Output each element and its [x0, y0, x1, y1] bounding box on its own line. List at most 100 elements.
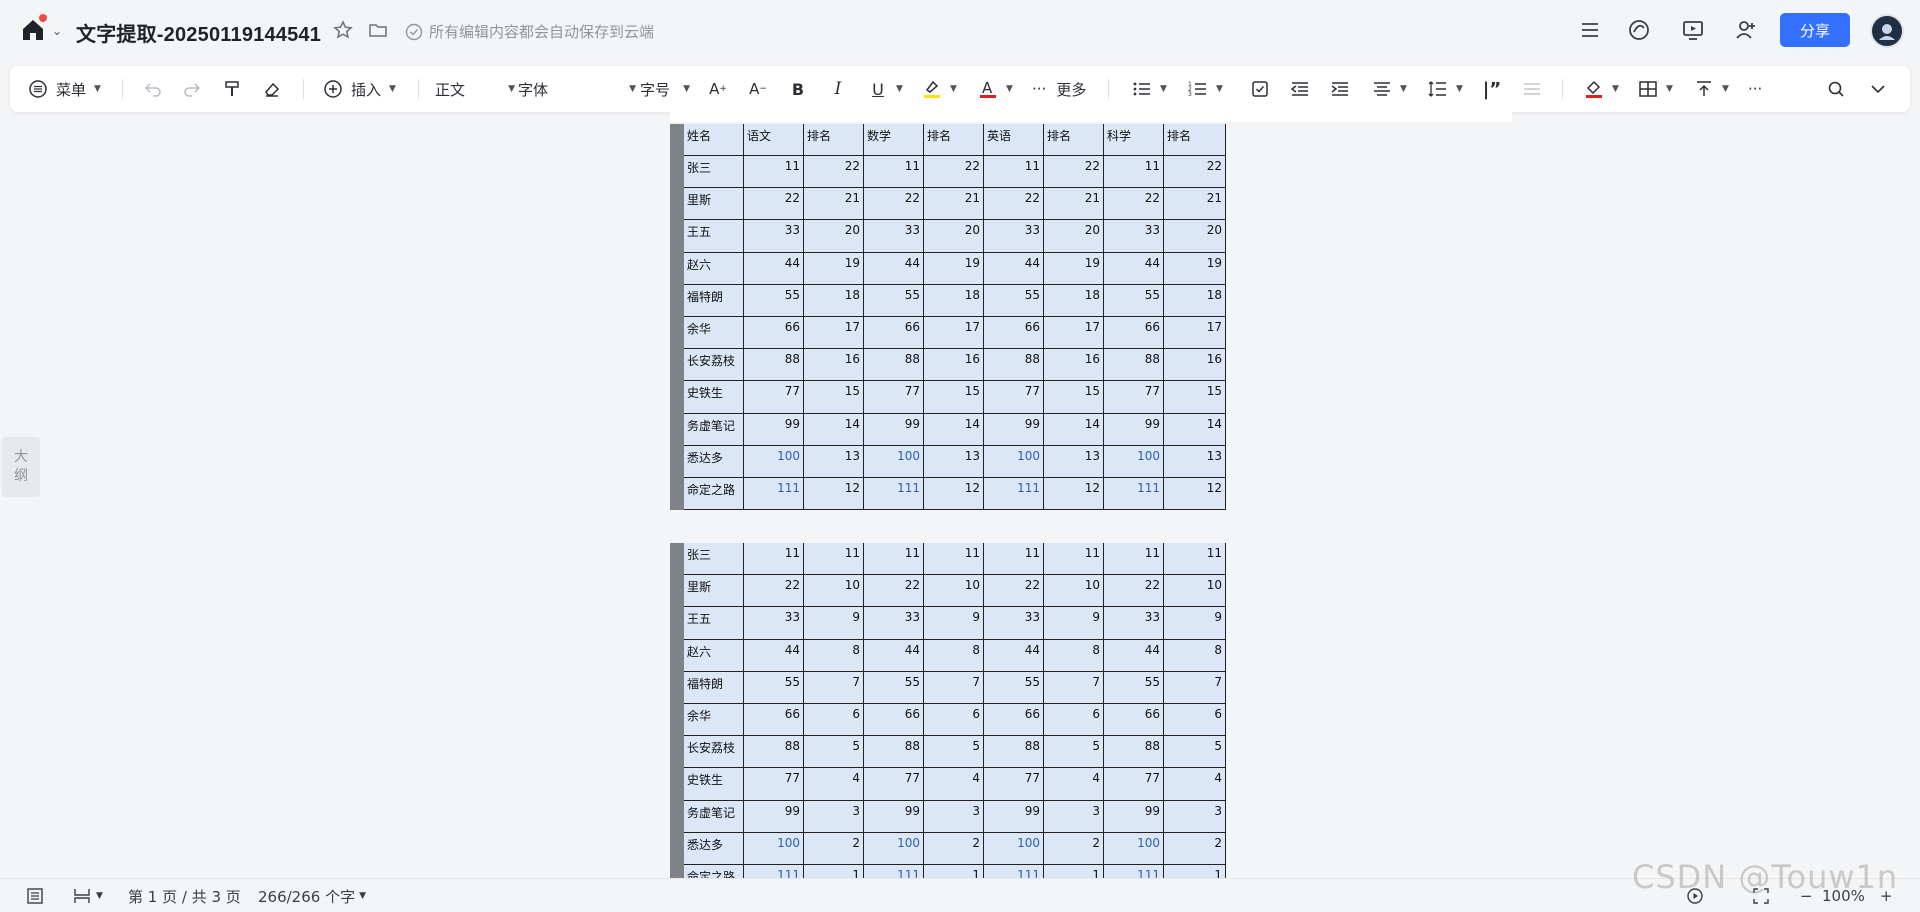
table-value-cell: 14: [804, 413, 864, 446]
more-button[interactable]: ··· 更多: [1032, 66, 1086, 112]
font-size-select[interactable]: 字号 ▼: [640, 66, 690, 112]
numbered-list-icon: 123: [1188, 79, 1208, 99]
highlight-button[interactable]: ▼: [922, 66, 957, 112]
document-title[interactable]: 文字提取-20250119144541: [76, 18, 321, 47]
redo-button[interactable]: [182, 66, 202, 112]
table-value-cell: 44: [1104, 639, 1164, 672]
table-value-cell: 20: [804, 220, 864, 253]
more-options-button[interactable]: ···: [1748, 66, 1762, 112]
table-value-cell: 88: [864, 736, 924, 769]
decrease-font-icon: A −: [749, 80, 767, 98]
quote-button[interactable]: |”: [1482, 66, 1502, 112]
table-value-cell: 18: [1044, 284, 1104, 317]
table-value-cell: 11: [1164, 543, 1226, 576]
table-value-cell: 4: [804, 768, 864, 801]
table-value-cell: 55: [984, 284, 1044, 317]
table-value-cell: 9: [804, 607, 864, 640]
bold-button[interactable]: B: [788, 66, 808, 112]
outdent-button[interactable]: [1290, 66, 1310, 112]
home-button[interactable]: ⌄: [20, 14, 66, 46]
table-value-cell: 2: [804, 832, 864, 865]
table-value-cell: 2: [924, 832, 984, 865]
font-color-button[interactable]: A ▼: [978, 66, 1013, 112]
table-value-cell: 14: [1044, 413, 1104, 446]
line-spacing-button[interactable]: ▼: [1428, 66, 1463, 112]
table-value-cell: 10: [924, 575, 984, 608]
decrease-font-button[interactable]: A −: [748, 66, 768, 112]
align-button[interactable]: ▼: [1372, 66, 1407, 112]
page-mode-button[interactable]: ▼: [72, 879, 103, 912]
clear-format-button[interactable]: [262, 66, 282, 112]
bold-icon: B: [791, 79, 805, 99]
outline-toggle-button[interactable]: [26, 879, 44, 912]
checkbox-list-button[interactable]: [1250, 66, 1270, 112]
share-button[interactable]: 分享: [1780, 13, 1850, 47]
star-icon[interactable]: [332, 19, 354, 41]
table-value-cell: 100: [744, 832, 804, 865]
table-value-cell: 17: [804, 316, 864, 350]
word-count[interactable]: 266/266 个字 ▼: [258, 879, 366, 912]
table-value-cell: 1: [804, 864, 864, 878]
format-painter-button[interactable]: [222, 66, 242, 112]
table-header-cell: 姓名: [684, 124, 744, 156]
table-value-cell: 3: [1164, 800, 1226, 833]
table-value-cell: 4: [1164, 768, 1226, 801]
outline-tab[interactable]: 大 纲: [2, 437, 40, 497]
vertical-align-button[interactable]: ▼: [1694, 66, 1729, 112]
table-value-cell: 15: [1164, 381, 1226, 414]
bullet-list-icon: [1132, 79, 1152, 99]
table-header-cell: 语文: [744, 124, 804, 156]
table-value-cell: 12: [1164, 477, 1226, 511]
table-name-cell: 务虚笔记: [684, 413, 744, 446]
fill-color-button[interactable]: ▼: [1584, 66, 1619, 112]
menu-dropdown[interactable]: 菜单 ▼: [28, 66, 101, 112]
present-icon[interactable]: [1677, 14, 1709, 46]
underline-button[interactable]: U ▼: [868, 66, 903, 112]
page-top-edge: [670, 112, 1512, 122]
increase-font-button[interactable]: A +: [708, 66, 728, 112]
add-user-icon[interactable]: [1730, 14, 1762, 46]
collaboration-icon[interactable]: [1623, 14, 1655, 46]
menu-icon[interactable]: [1574, 14, 1606, 46]
indent-button[interactable]: [1330, 66, 1350, 112]
font-family-select[interactable]: 字体 ▼: [518, 66, 636, 112]
table-button[interactable]: ▼: [1638, 66, 1673, 112]
bullet-list-button[interactable]: ▼: [1132, 66, 1167, 112]
score-table-image-2[interactable]: 张三 11 11 11 11 11 11 11 11 里斯 22 10 22 10 22 10 22 10 王五 33…: [670, 543, 1226, 878]
table-value-cell: 10: [1164, 575, 1226, 608]
chevron-down-icon[interactable]: ⌄: [52, 24, 62, 38]
insert-dropdown[interactable]: 插入 ▼: [323, 66, 396, 112]
table-value-cell: 111: [864, 864, 924, 878]
folder-icon[interactable]: [367, 19, 389, 41]
svg-text:A: A: [982, 79, 993, 97]
table-value-cell: 88: [864, 349, 924, 382]
caret-down-icon: ▼: [1612, 84, 1619, 94]
table-value-cell: 6: [804, 703, 864, 737]
table-value-cell: 55: [1104, 284, 1164, 317]
numbered-list-button[interactable]: 123 ▼: [1188, 66, 1223, 112]
divider-insert-button[interactable]: [1522, 66, 1542, 112]
score-table-image-1[interactable]: 姓名 语文 排名 数学 排名 英语 排名 科学 排名 张三 11 22 11 22 11 22 11 22 里斯 22…: [670, 124, 1226, 511]
collapse-toolbar-button[interactable]: [1868, 66, 1888, 112]
italic-button[interactable]: I: [828, 66, 848, 112]
search-button[interactable]: [1826, 66, 1846, 112]
table-value-cell: 13: [924, 445, 984, 478]
paragraph-style-select[interactable]: 正文 ▼: [435, 66, 515, 112]
table-name-cell: 王五: [684, 607, 744, 640]
table-value-cell: 99: [744, 413, 804, 446]
save-status: 所有编辑内容都会自动保存到云端: [405, 21, 654, 42]
table-value-cell: 19: [1044, 252, 1104, 285]
table-value-cell: 11: [1104, 543, 1164, 576]
table-value-cell: 55: [744, 284, 804, 317]
table-name-cell: 长安荔枝: [684, 736, 744, 769]
table-value-cell: 19: [1164, 252, 1226, 285]
avatar[interactable]: [1870, 14, 1904, 48]
table-value-cell: 11: [924, 543, 984, 576]
table-value-cell: 5: [1164, 736, 1226, 769]
caret-down-icon: ▼: [94, 84, 101, 94]
table-value-cell: 100: [1104, 832, 1164, 865]
undo-button[interactable]: [143, 66, 163, 112]
more-icon: ···: [1032, 80, 1047, 98]
plus-circle-icon: [324, 80, 342, 98]
chevron-down-icon: [1868, 79, 1888, 99]
